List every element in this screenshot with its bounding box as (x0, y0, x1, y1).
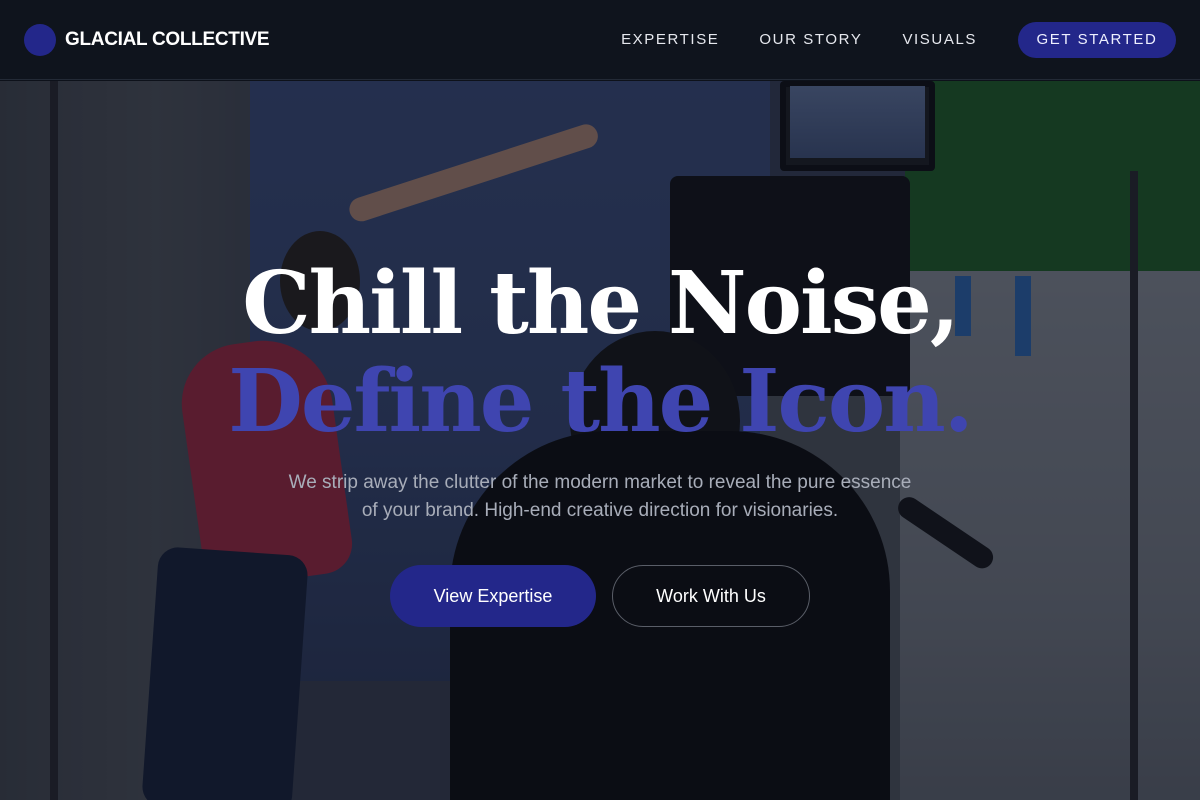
logo[interactable]: GLACIAL COLLECTIVE (24, 23, 270, 56)
view-expertise-button[interactable]: View Expertise (390, 565, 596, 627)
work-with-us-button[interactable]: Work With Us (612, 565, 810, 627)
get-started-button[interactable]: GET STARTED (1018, 21, 1176, 58)
hero-headline: Chill the Noise, (242, 253, 960, 354)
nav-link-expertise[interactable]: EXPERTISE (621, 31, 719, 48)
nav-links: EXPERTISE OUR STORY VISUALS GET STARTED (581, 21, 1176, 58)
hero-headline-accent: Define the Icon. (228, 351, 973, 452)
nav-link-visuals[interactable]: VISUALS (902, 31, 977, 48)
top-navbar: GLACIAL COLLECTIVE EXPERTISE OUR STORY V… (0, 0, 1200, 80)
nav-link-our-story[interactable]: OUR STORY (759, 31, 862, 48)
hero-subtitle: We strip away the clutter of the modern … (288, 472, 912, 521)
hero-content: Chill the Noise, Define the Icon. We str… (0, 0, 1200, 800)
brand-name: GLACIAL COLLECTIVE (65, 28, 270, 50)
logo-mark (24, 23, 56, 56)
